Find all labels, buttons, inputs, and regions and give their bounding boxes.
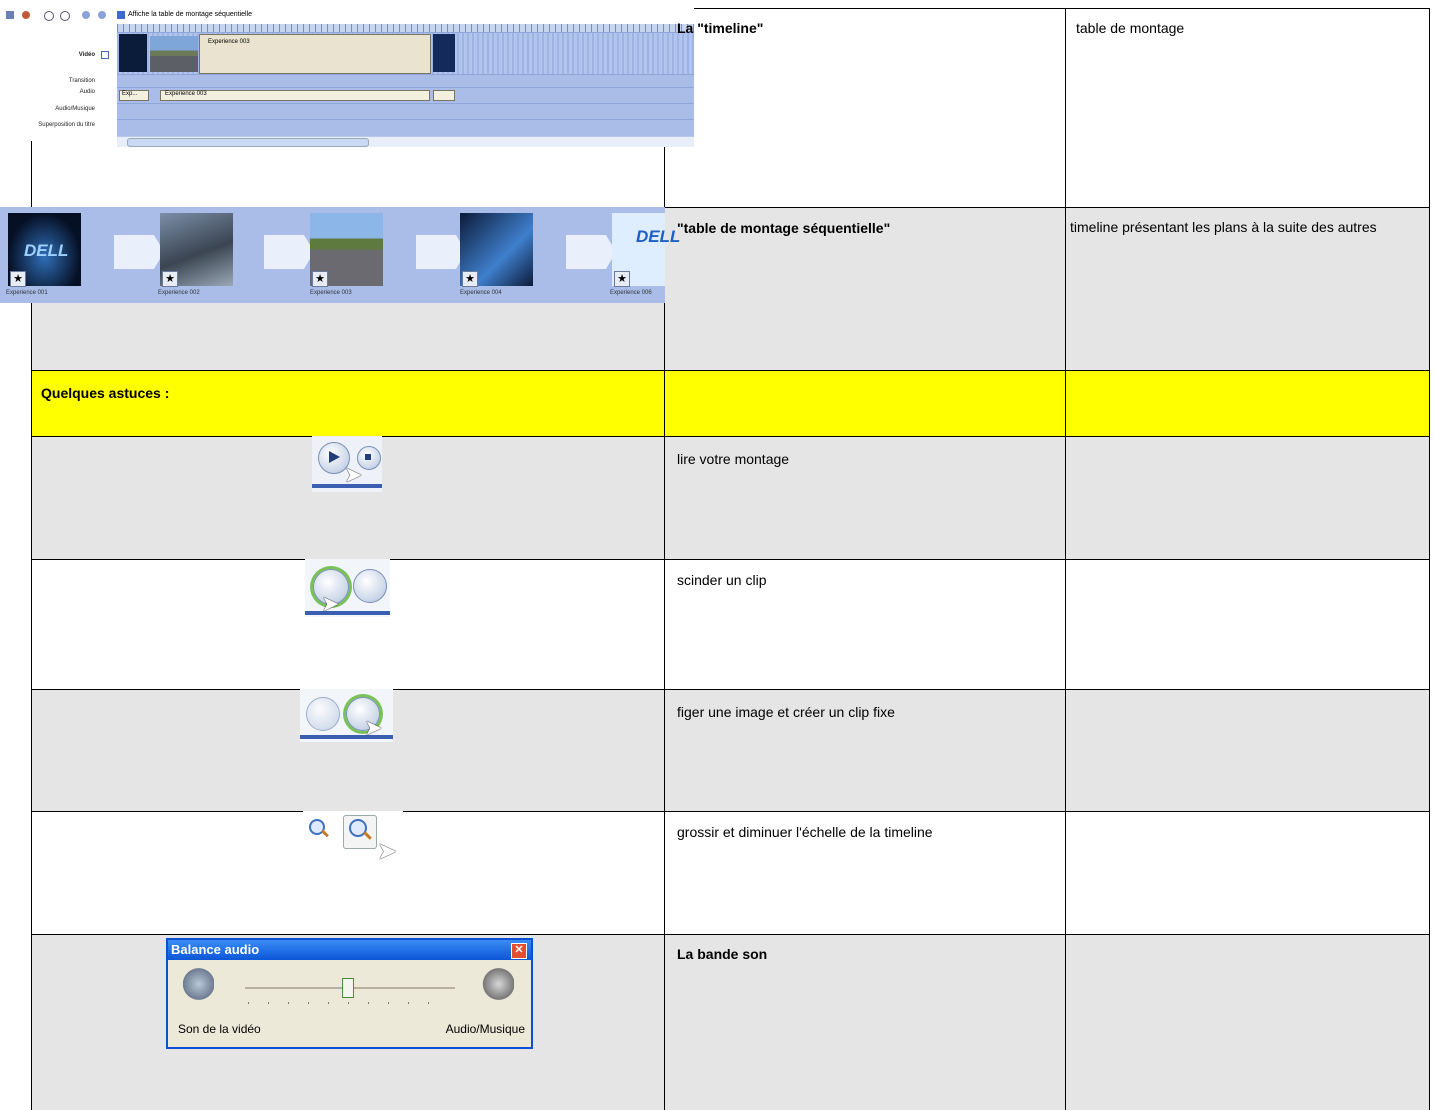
star-icon[interactable]: ★ — [312, 271, 328, 287]
star-icon[interactable]: ★ — [462, 271, 478, 287]
tips-heading: Quelques astuces : — [41, 385, 170, 401]
grid-line — [31, 689, 1430, 690]
definition-timeline: table de montage — [1076, 20, 1185, 36]
audio-clip-short-label: Exp... — [122, 91, 138, 97]
mouse-cursor-icon: ➤ — [377, 838, 398, 865]
tip-zoom: grossir et diminuer l'échelle de la time… — [677, 824, 933, 840]
storyboard-toggle-label[interactable]: Affiche la table de montage séquentielle — [128, 11, 252, 18]
storyboard-caption: Experience 003 — [310, 290, 352, 296]
stop-square — [365, 454, 371, 460]
slider-ticks — [248, 1002, 448, 1004]
timeline-screenshot: Affiche la table de montage séquentielle… — [0, 8, 694, 147]
sequence-arrow — [416, 235, 466, 269]
split-clip-buttons: ➤ — [305, 559, 390, 617]
clip-thumb-dark[interactable] — [433, 34, 455, 72]
grid-line — [31, 934, 1430, 935]
star-icon[interactable]: ★ — [10, 271, 26, 287]
zoom-buttons: ➤ — [303, 811, 403, 871]
track-label-transition: Transition — [68, 78, 95, 84]
title-overlay-track[interactable] — [117, 119, 694, 137]
play-stop-buttons: ➤ — [312, 436, 382, 492]
grid-line — [664, 8, 1430, 9]
sequence-arrow — [114, 235, 164, 269]
grid-line — [31, 370, 1430, 371]
time-ruler — [117, 24, 694, 32]
storyboard-caption: Experience 002 — [158, 290, 200, 296]
camera-icon[interactable] — [353, 569, 387, 603]
term-storyboard: "table de montage séquentielle" — [677, 220, 891, 236]
storyboard-caption: Experience 004 — [460, 290, 502, 296]
toolbar-strip — [305, 611, 390, 615]
storyboard-screenshot: DELL ★ ★ ★ ★ DELL ★ Experience 001 Exper… — [0, 207, 680, 303]
split-clip-icon[interactable] — [306, 697, 340, 731]
music-speaker-icon — [480, 966, 514, 1002]
grid-line — [31, 811, 1430, 812]
grid-line — [664, 8, 665, 1110]
video-clip[interactable]: Experience 003 — [199, 34, 431, 74]
video-speaker-icon — [180, 966, 214, 1002]
video-clip-label: Experience 003 — [208, 39, 250, 45]
freeze-frame-buttons: ➤ — [300, 689, 393, 742]
track-label-audio: Audio — [79, 89, 95, 95]
audio-clip-end[interactable] — [433, 90, 455, 101]
sequence-arrow — [566, 235, 616, 269]
clip-thumb-logo[interactable] — [119, 34, 147, 72]
dell-logo: DELL — [636, 227, 681, 246]
mouse-cursor-icon: ➤ — [321, 591, 340, 616]
sequence-arrow — [264, 235, 314, 269]
audio-clip-label: Experience 003 — [165, 91, 207, 97]
narration-icon[interactable] — [22, 11, 30, 19]
storyboard-view-icon[interactable] — [117, 11, 125, 19]
definition-storyboard: timeline présentant les plans à la suite… — [1070, 219, 1377, 235]
balance-slider-thumb[interactable] — [342, 978, 354, 998]
transition-track[interactable] — [117, 74, 694, 88]
storyboard-caption: Experience 001 — [6, 290, 48, 296]
grid-line — [31, 559, 1430, 560]
term-soundtrack: La bande son — [677, 946, 768, 962]
star-icon[interactable]: ★ — [162, 271, 178, 287]
star-icon[interactable]: ★ — [614, 271, 630, 287]
play-icon[interactable] — [98, 11, 106, 19]
zoom-in-icon[interactable] — [44, 11, 54, 21]
dialog-title: Balance audio — [171, 942, 260, 957]
grid-line — [1065, 8, 1066, 1110]
audio-music-track[interactable] — [117, 103, 694, 120]
track-label-title-overlay: Superposition du titre — [38, 122, 95, 128]
right-label: Audio/Musique — [445, 1022, 525, 1036]
scrollbar-thumb[interactable] — [127, 138, 369, 147]
term-timeline: La "timeline" — [677, 20, 764, 36]
storyboard-icon[interactable] — [6, 11, 14, 19]
play-triangle — [329, 451, 340, 463]
zoom-out-icon[interactable] — [60, 11, 70, 21]
track-label-video: Vidéo — [78, 52, 95, 58]
storyboard-caption: Experience 006 — [610, 290, 652, 296]
close-icon[interactable]: ✕ — [511, 943, 527, 959]
audio-clip[interactable]: Experience 003 — [160, 90, 430, 101]
dell-logo: DELL — [24, 241, 69, 260]
dialog-titlebar: Balance audio ✕ — [168, 940, 531, 960]
tip-play: lire votre montage — [677, 451, 790, 467]
mouse-cursor-icon: ➤ — [344, 462, 363, 487]
tip-split: scinder un clip — [677, 572, 767, 588]
track-label-audio-music: Audio/Musique — [55, 106, 95, 112]
audio-clip-short[interactable]: Exp... — [119, 90, 149, 101]
mouse-cursor-icon: ➤ — [364, 715, 383, 740]
timeline-toolbar: Affiche la table de montage séquentielle — [0, 8, 694, 24]
grid-line — [1429, 8, 1430, 1110]
tip-freeze: figer une image et créer un clip fixe — [677, 704, 895, 720]
audio-balance-dialog: Balance audio ✕ Son de la vidéo Audio/Mu… — [166, 938, 533, 1049]
rewind-icon[interactable] — [82, 11, 90, 19]
document-page: Affiche la table de montage séquentielle… — [0, 0, 1435, 1110]
timeline-scrollbar[interactable] — [117, 136, 694, 147]
zoom-in-handle — [321, 829, 329, 838]
clip-thumb-road[interactable] — [150, 36, 198, 72]
left-label: Son de la vidéo — [178, 1022, 261, 1036]
expand-icon[interactable] — [101, 51, 109, 59]
grid-line — [31, 436, 1430, 437]
row-bg-3-highlight — [31, 370, 1429, 436]
